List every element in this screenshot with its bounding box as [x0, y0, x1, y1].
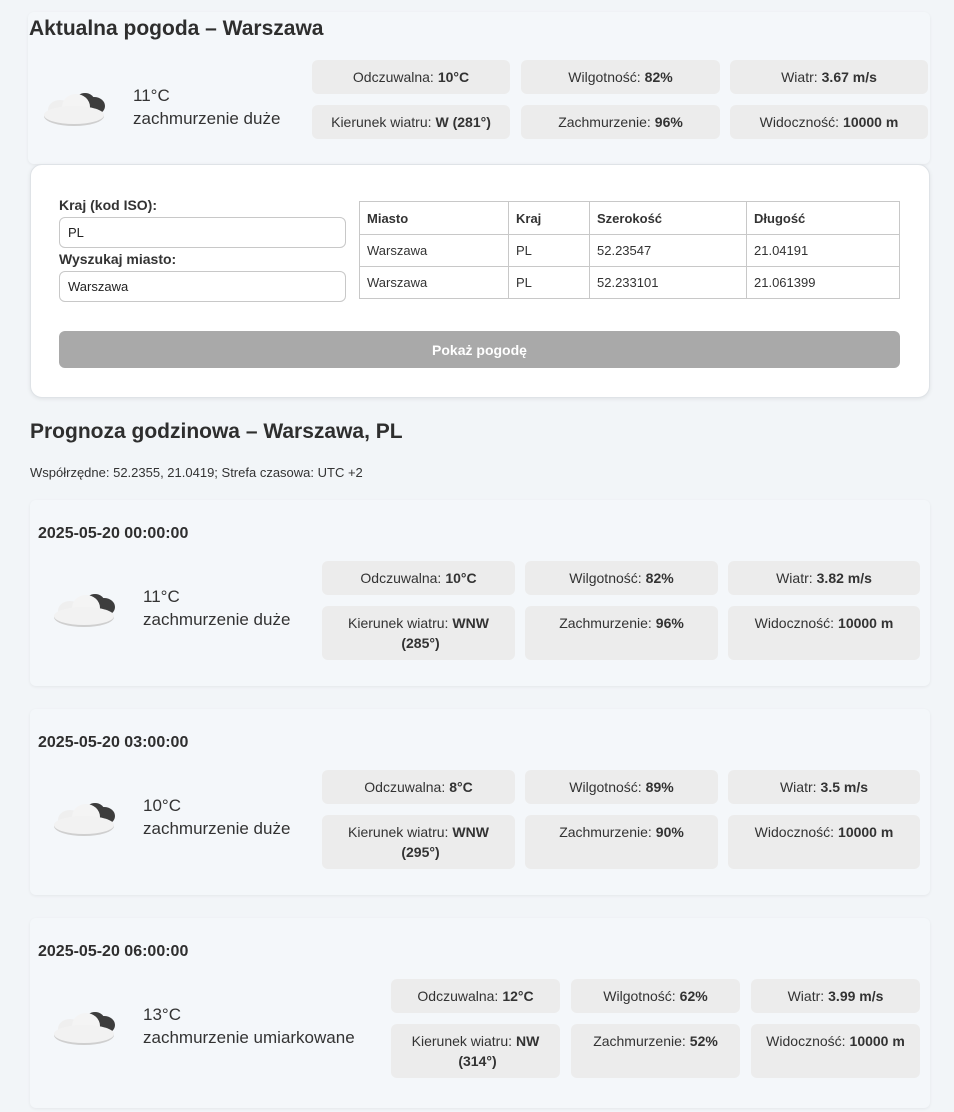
- feels-like-stat: Odczuwalna: 12°C: [391, 979, 560, 1013]
- cloudiness-stat: Zachmurzenie: 90%: [525, 815, 718, 869]
- forecast-description: zachmurzenie duże: [143, 610, 291, 629]
- humidity-stat: Wilgotność: 89%: [525, 770, 718, 804]
- table-row[interactable]: Warszawa PL 52.23547 21.04191: [359, 234, 900, 267]
- forecast-meta: Współrzędne: 52.2355, 21.0419; Strefa cz…: [30, 465, 363, 480]
- wind-speed-stat: Wiatr: 3.67 m/s: [730, 60, 928, 94]
- current-temperature: 11°C: [133, 86, 170, 105]
- table-header-row: Miasto Kraj Szerokość Długość: [359, 201, 900, 235]
- forecast-time: 2025-05-20 03:00:00: [38, 734, 189, 751]
- visibility-stat: Widoczność: 10000 m: [728, 606, 920, 660]
- cell-latitude: 52.23547: [589, 234, 747, 267]
- show-weather-button[interactable]: Pokaż pogodę: [59, 331, 900, 368]
- forecast-temperature: 10°C: [143, 796, 181, 815]
- cell-city: Warszawa: [359, 266, 509, 299]
- city-search-form: Kraj (kod ISO): Wyszukaj miasto: Miasto …: [30, 164, 930, 398]
- column-header-country: Kraj: [508, 201, 590, 235]
- feels-like-stat: Odczuwalna: 10°C: [312, 60, 510, 94]
- city-search-label: Wyszukaj miasto:: [59, 251, 177, 267]
- current-description: zachmurzenie duże: [133, 109, 281, 128]
- column-header-latitude: Szerokość: [589, 201, 747, 235]
- cloud-icon: [54, 1012, 115, 1045]
- city-results-table: Miasto Kraj Szerokość Długość Warszawa P…: [359, 201, 900, 299]
- current-weather-title: Aktualna pogoda – Warszawa: [29, 17, 324, 40]
- humidity-stat: Wilgotność: 82%: [525, 561, 718, 595]
- cell-country: PL: [508, 234, 590, 267]
- column-header-longitude: Długość: [746, 201, 900, 235]
- cloud-icon: [54, 803, 115, 836]
- wind-direction-stat: Kierunek wiatru: WNW (295°): [322, 815, 515, 869]
- cloud-icon: [54, 594, 115, 627]
- cloud-icon: [44, 93, 105, 126]
- forecast-title: Prognoza godzinowa – Warszawa, PL: [30, 420, 403, 443]
- country-input[interactable]: [59, 217, 346, 248]
- forecast-description: zachmurzenie duże: [143, 819, 291, 838]
- forecast-temperature: 11°C: [143, 587, 180, 606]
- cell-longitude: 21.061399: [746, 266, 900, 299]
- wind-speed-stat: Wiatr: 3.82 m/s: [728, 561, 920, 595]
- cloudiness-stat: Zachmurzenie: 96%: [525, 606, 718, 660]
- feels-like-stat: Odczuwalna: 8°C: [322, 770, 515, 804]
- cloudiness-stat: Zachmurzenie: 52%: [571, 1024, 740, 1078]
- wind-speed-stat: Wiatr: 3.5 m/s: [728, 770, 920, 804]
- forecast-temperature: 13°C: [143, 1005, 181, 1024]
- column-header-city: Miasto: [359, 201, 509, 235]
- country-label: Kraj (kod ISO):: [59, 197, 158, 213]
- humidity-stat: Wilgotność: 62%: [571, 979, 740, 1013]
- wind-direction-stat: Kierunek wiatru: NW (314°): [391, 1024, 560, 1078]
- wind-direction-stat: Kierunek wiatru: W (281°): [312, 105, 510, 139]
- visibility-stat: Widoczność: 10000 m: [730, 105, 928, 139]
- cell-longitude: 21.04191: [746, 234, 900, 267]
- forecast-time: 2025-05-20 00:00:00: [38, 525, 189, 542]
- table-row[interactable]: Warszawa PL 52.233101 21.061399: [359, 266, 900, 299]
- wind-direction-stat: Kierunek wiatru: WNW (285°): [322, 606, 515, 660]
- forecast-time: 2025-05-20 06:00:00: [38, 943, 189, 960]
- cell-latitude: 52.233101: [589, 266, 747, 299]
- city-search-input[interactable]: [59, 271, 346, 302]
- forecast-description: zachmurzenie umiarkowane: [143, 1028, 355, 1047]
- visibility-stat: Widoczność: 10000 m: [728, 815, 920, 869]
- feels-like-stat: Odczuwalna: 10°C: [322, 561, 515, 595]
- visibility-stat: Widoczność: 10000 m: [751, 1024, 920, 1078]
- cloudiness-stat: Zachmurzenie: 96%: [521, 105, 720, 139]
- cell-city: Warszawa: [359, 234, 509, 267]
- cell-country: PL: [508, 266, 590, 299]
- wind-speed-stat: Wiatr: 3.99 m/s: [751, 979, 920, 1013]
- humidity-stat: Wilgotność: 82%: [521, 60, 720, 94]
